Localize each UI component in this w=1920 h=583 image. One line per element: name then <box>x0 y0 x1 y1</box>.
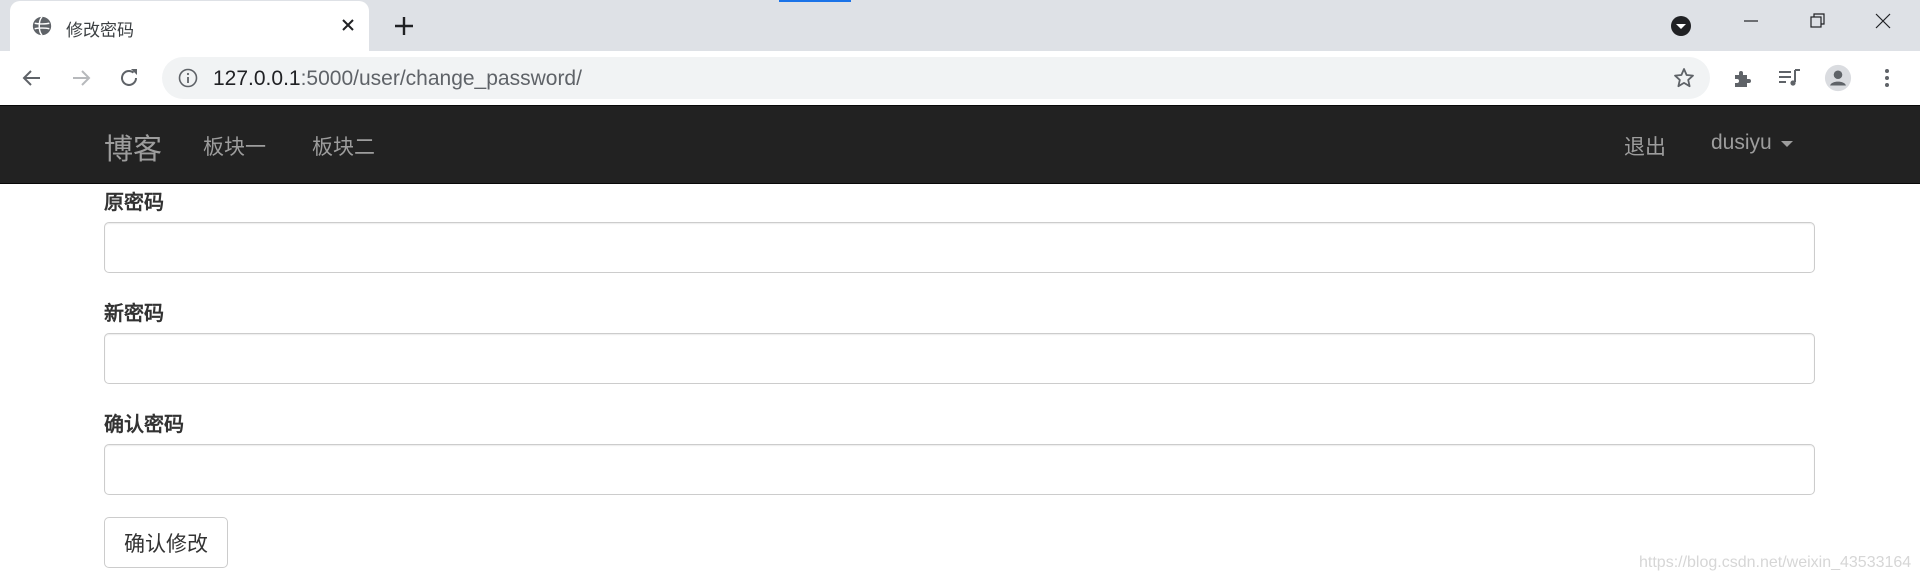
close-window-icon[interactable] <box>1868 8 1898 34</box>
nav-link-section-1[interactable]: 板块一 <box>203 131 266 161</box>
tab-title: 修改密码 <box>66 21 134 40</box>
close-icon[interactable] <box>336 13 360 37</box>
confirm-password-label: 确认密码 <box>104 414 184 436</box>
caret-down-icon <box>1780 141 1793 147</box>
confirm-password-input[interactable] <box>104 444 1815 495</box>
restore-icon[interactable] <box>1802 8 1832 34</box>
star-icon[interactable] <box>1672 66 1696 90</box>
url-host: 127.0.0.1 <box>213 67 301 90</box>
forward-arrow-icon[interactable] <box>67 64 95 92</box>
more-vert-icon[interactable] <box>1873 64 1901 92</box>
user-dropdown[interactable]: dusiyu <box>1711 131 1793 155</box>
browser-tab-strip: 修改密码 <box>0 0 1920 51</box>
url-path: :5000/user/change_password/ <box>300 67 582 90</box>
watermark: https://blog.csdn.net/weixin_43533164 <box>1639 554 1912 571</box>
globe-icon <box>32 16 52 36</box>
reload-icon[interactable] <box>115 64 143 92</box>
back-arrow-icon[interactable] <box>18 64 46 92</box>
extensions-icon[interactable] <box>1729 64 1757 92</box>
info-icon[interactable] <box>178 68 198 88</box>
media-icon[interactable] <box>1776 64 1804 92</box>
new-password-input[interactable] <box>104 333 1815 384</box>
url-text: 127.0.0.1:5000/user/change_password/ <box>213 67 582 91</box>
minimize-icon[interactable] <box>1736 8 1766 34</box>
tab-loading-indicator <box>779 0 851 2</box>
browser-tab[interactable]: 修改密码 <box>10 1 369 51</box>
old-password-label: 原密码 <box>104 192 164 214</box>
browser-toolbar: 127.0.0.1:5000/user/change_password/ <box>0 51 1920 105</box>
navbar-brand[interactable]: 博客 <box>104 126 162 168</box>
confirm-change-button[interactable]: 确认修改 <box>104 517 228 568</box>
new-password-label: 新密码 <box>104 303 164 325</box>
address-bar[interactable]: 127.0.0.1:5000/user/change_password/ <box>162 57 1710 99</box>
nav-link-section-2[interactable]: 板块二 <box>312 131 375 161</box>
old-password-input[interactable] <box>104 222 1815 273</box>
username-label: dusiyu <box>1711 131 1772 154</box>
site-navbar: 博客 板块一 板块二 退出 dusiyu <box>0 105 1920 184</box>
tab-search-icon[interactable] <box>1669 14 1693 38</box>
plus-icon[interactable] <box>389 11 419 41</box>
profile-icon[interactable] <box>1824 64 1852 92</box>
logout-link[interactable]: 退出 <box>1624 131 1666 161</box>
